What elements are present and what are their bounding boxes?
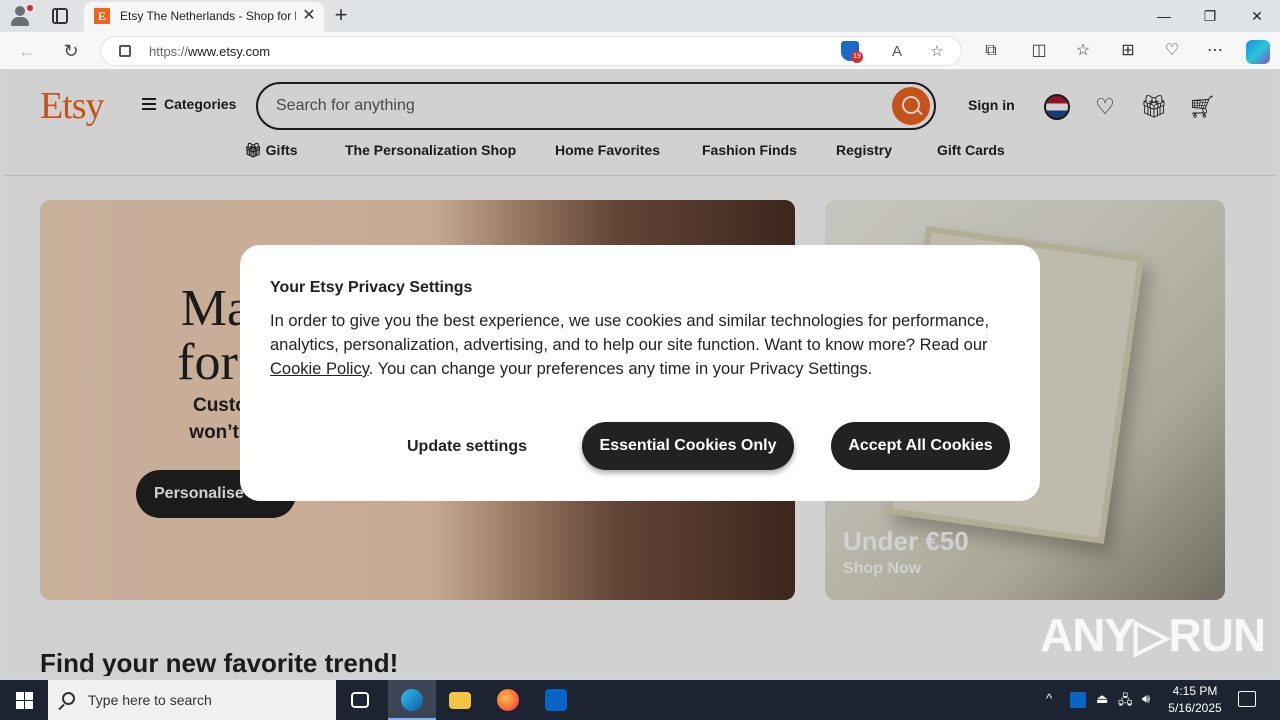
taskbar-search[interactable]: Type here to search xyxy=(48,680,336,720)
split-screen-icon[interactable]: ◫ xyxy=(1028,40,1050,62)
outlook-tray-icon[interactable] xyxy=(1070,692,1086,708)
anyrun-watermark: ANY▷RUN xyxy=(1040,609,1266,661)
new-tab-icon[interactable]: + xyxy=(330,4,352,26)
close-tab-icon[interactable]: ✕ xyxy=(300,7,318,25)
file-explorer-icon[interactable] xyxy=(436,680,484,720)
browser-tab-etsy[interactable]: E Etsy The Netherlands - Shop for handma… xyxy=(84,2,324,32)
lock-icon[interactable] xyxy=(119,45,131,57)
windows-taskbar: Type here to search ^ ⏏ 🖧︎ 🔊︎ 4:15 PM 5/… xyxy=(0,680,1280,720)
show-hidden-icons-icon[interactable]: ^ xyxy=(1046,691,1052,706)
page-viewport: Etsy Categories Search for anything Sign… xyxy=(4,70,1276,676)
start-button[interactable] xyxy=(0,680,48,720)
browser-toolbar: ← ↻ https://www.etsy.com 19 A ☆ ⧉ ◫ ☆ ⊞ … xyxy=(0,32,1280,70)
edge-taskbar-icon[interactable] xyxy=(388,680,436,720)
url-text[interactable]: https://www.etsy.com xyxy=(149,44,270,59)
network-icon[interactable]: 🖧︎ xyxy=(1118,691,1133,713)
clock-date: 5/16/2025 xyxy=(1168,701,1222,715)
notifications-icon[interactable] xyxy=(1238,691,1256,707)
extensions-icon[interactable]: ⧉ xyxy=(980,40,1002,62)
collections-icon[interactable]: ⊞ xyxy=(1117,40,1139,62)
favorites-icon[interactable]: ☆ xyxy=(1072,40,1094,62)
tab-actions-icon[interactable] xyxy=(52,8,68,24)
profile-icon[interactable] xyxy=(8,4,33,28)
restore-icon[interactable]: ❐ xyxy=(1187,0,1233,32)
clock-time: 4:15 PM xyxy=(1172,684,1218,698)
firefox-icon[interactable] xyxy=(484,680,532,720)
browser-tab-bar: E Etsy The Netherlands - Shop for handma… xyxy=(0,0,1280,32)
usb-device-icon[interactable]: ⏏ xyxy=(1096,691,1108,707)
back-icon[interactable]: ← xyxy=(16,40,38,62)
dialog-title: Your Etsy Privacy Settings xyxy=(270,279,473,296)
task-view-icon[interactable] xyxy=(336,680,384,720)
system-clock[interactable]: 4:15 PM 5/16/2025 xyxy=(1160,683,1230,717)
tracker-count-badge: 19 xyxy=(851,51,863,63)
volume-icon[interactable]: 🔊︎ xyxy=(1142,691,1150,707)
read-aloud-icon[interactable]: A xyxy=(887,42,907,62)
privacy-settings-dialog: Your Etsy Privacy Settings In order to g… xyxy=(240,245,1040,501)
browser-essentials-icon[interactable]: ♡ xyxy=(1161,40,1183,62)
essential-cookies-button[interactable]: Essential Cookies Only xyxy=(582,422,794,470)
accept-all-cookies-button[interactable]: Accept All Cookies xyxy=(831,422,1010,470)
refresh-icon[interactable]: ↻ xyxy=(60,40,82,62)
cookie-policy-link[interactable]: Cookie Policy xyxy=(270,360,369,378)
dialog-body: In order to give you the best experience… xyxy=(270,312,990,378)
taskbar-search-input[interactable]: Type here to search xyxy=(88,692,212,708)
etsy-favicon-icon: E xyxy=(94,8,110,24)
copilot-icon[interactable] xyxy=(1246,40,1270,64)
settings-more-icon[interactable]: ⋯ xyxy=(1204,40,1226,62)
tracking-prevention-icon[interactable]: 19 xyxy=(841,41,863,63)
close-window-icon[interactable]: ✕ xyxy=(1234,0,1280,32)
tab-title: Etsy The Netherlands - Shop for handmade… xyxy=(120,9,296,23)
search-icon xyxy=(62,692,75,705)
address-bar[interactable]: https://www.etsy.com 19 A ☆ xyxy=(100,36,962,66)
outlook-icon[interactable] xyxy=(532,680,580,720)
favorite-star-icon[interactable]: ☆ xyxy=(927,42,947,62)
minimize-icon[interactable]: — xyxy=(1141,0,1187,32)
update-settings-button[interactable]: Update settings xyxy=(390,423,544,471)
